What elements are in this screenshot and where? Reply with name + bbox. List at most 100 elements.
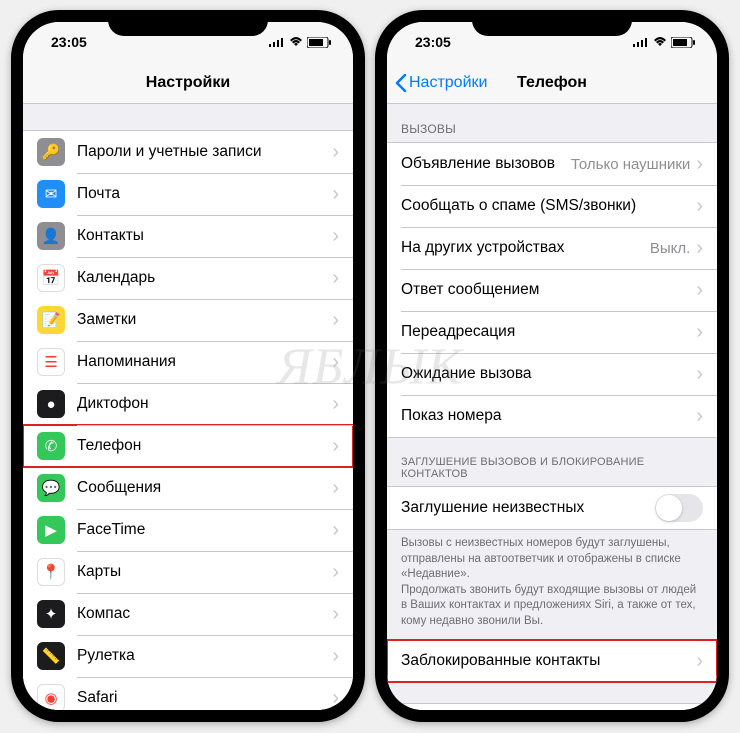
row-label: Показ номера bbox=[401, 407, 696, 425]
safari-icon: ◉ bbox=[37, 684, 65, 710]
dial-assist-section: Помощь в наборе bbox=[387, 703, 717, 710]
calls-row[interactable]: Переадресация› bbox=[387, 311, 717, 353]
chevron-right-icon: › bbox=[332, 352, 339, 372]
dial-assist-row[interactable]: Помощь в наборе bbox=[387, 704, 717, 710]
notch bbox=[108, 10, 268, 36]
calls-row[interactable]: Объявление вызововТолько наушники › bbox=[387, 143, 717, 185]
chevron-right-icon: › bbox=[332, 310, 339, 330]
row-label: Карты bbox=[77, 563, 332, 581]
chevron-right-icon: › bbox=[332, 520, 339, 540]
chevron-right-icon: › bbox=[696, 406, 703, 426]
blocked-section: Заблокированные контакты › bbox=[387, 639, 717, 683]
settings-row-voice-memos[interactable]: ●Диктофон› bbox=[23, 383, 353, 425]
key-icon: 🔑 bbox=[37, 138, 65, 166]
row-label: Сообщения bbox=[77, 479, 332, 497]
calls-row[interactable]: Ожидание вызова› bbox=[387, 353, 717, 395]
blocked-contacts-row[interactable]: Заблокированные контакты › bbox=[387, 640, 717, 682]
chevron-right-icon: › bbox=[332, 268, 339, 288]
status-indicators bbox=[269, 37, 331, 48]
chevron-right-icon: › bbox=[696, 651, 703, 671]
settings-row-contacts[interactable]: 👤 Контакты› bbox=[23, 215, 353, 257]
row-label: Диктофон bbox=[77, 395, 332, 413]
settings-row-phone[interactable]: ✆Телефон› bbox=[23, 425, 353, 467]
settings-row-mail[interactable]: ✉︎Почта› bbox=[23, 173, 353, 215]
chevron-right-icon: › bbox=[696, 364, 703, 384]
phone-settings-container[interactable]: ВЫЗОВЫ Объявление вызововТолько наушники… bbox=[387, 104, 717, 710]
chevron-right-icon: › bbox=[332, 478, 339, 498]
chevron-right-icon: › bbox=[332, 394, 339, 414]
row-label: Переадресация bbox=[401, 323, 696, 341]
status-time: 23:05 bbox=[51, 34, 87, 50]
facetime-icon: ▶ bbox=[37, 516, 65, 544]
messages-icon: 💬 bbox=[37, 474, 65, 502]
back-button[interactable]: Настройки bbox=[395, 74, 487, 92]
maps-icon: 📍 bbox=[37, 558, 65, 586]
settings-row-notes[interactable]: 📝Заметки› bbox=[23, 299, 353, 341]
page-title: Телефон bbox=[517, 74, 587, 92]
chevron-left-icon bbox=[395, 74, 407, 92]
calendar-icon: 📅 bbox=[37, 264, 65, 292]
row-label: Заблокированные контакты bbox=[401, 652, 696, 670]
chevron-right-icon: › bbox=[332, 688, 339, 708]
measure-icon: 📏 bbox=[37, 642, 65, 670]
wifi-icon bbox=[653, 37, 667, 47]
navbar: Настройки Телефон bbox=[387, 62, 717, 104]
battery-icon bbox=[671, 37, 695, 48]
silence-unknown-row[interactable]: Заглушение неизвестных bbox=[387, 487, 717, 529]
navbar: Настройки bbox=[23, 62, 353, 104]
silence-footer: Вызовы с неизвестных номеров будут заглу… bbox=[387, 530, 717, 639]
phone-icon: ✆ bbox=[37, 432, 65, 460]
chevron-right-icon: › bbox=[696, 238, 703, 258]
row-label: Контакты bbox=[77, 227, 332, 245]
settings-list: 🔑Пароли и учетные записи›✉︎Почта›👤Контак… bbox=[23, 130, 353, 710]
contacts-icon: 👤 bbox=[37, 222, 65, 250]
settings-row-facetime[interactable]: ▶ FaceTime› bbox=[23, 509, 353, 551]
notch bbox=[472, 10, 632, 36]
settings-row-reminders[interactable]: ☰ Напоминания› bbox=[23, 341, 353, 383]
section-header-calls: ВЫЗОВЫ bbox=[387, 104, 717, 142]
row-label: Объявление вызовов bbox=[401, 155, 571, 173]
chevron-right-icon: › bbox=[332, 562, 339, 582]
settings-row-maps[interactable]: 📍 Карты› bbox=[23, 551, 353, 593]
row-label: Ответ сообщением bbox=[401, 281, 696, 299]
row-label: Рулетка bbox=[77, 647, 332, 665]
row-label: Ожидание вызова bbox=[401, 365, 696, 383]
row-label: Компас bbox=[77, 605, 332, 623]
row-label: FaceTime bbox=[77, 521, 332, 539]
chevron-right-icon: › bbox=[696, 154, 703, 174]
status-indicators bbox=[633, 37, 695, 48]
settings-row-compass[interactable]: ✦Компас› bbox=[23, 593, 353, 635]
settings-row-calendar[interactable]: 📅Календарь› bbox=[23, 257, 353, 299]
reminders-icon: ☰ bbox=[37, 348, 65, 376]
settings-row-measure[interactable]: 📏Рулетка› bbox=[23, 635, 353, 677]
section-header-silence: ЗАГЛУШЕНИЕ ВЫЗОВОВ И БЛОКИРОВАНИЕ КОНТАК… bbox=[387, 438, 717, 486]
calls-row[interactable]: Показ номера› bbox=[387, 395, 717, 437]
calls-section: Объявление вызововТолько наушники›Сообща… bbox=[387, 142, 717, 438]
settings-list-container[interactable]: 🔑Пароли и учетные записи›✉︎Почта›👤Контак… bbox=[23, 104, 353, 710]
compass-icon: ✦ bbox=[37, 600, 65, 628]
screen-right: 23:05 Настройки Телефон ВЫЗОВЫ Объявлени… bbox=[387, 22, 717, 710]
chevron-right-icon: › bbox=[696, 196, 703, 216]
row-label: Заглушение неизвестных bbox=[401, 499, 655, 517]
calls-row[interactable]: Сообщать о спаме (SMS/звонки)› bbox=[387, 185, 717, 227]
row-label: Телефон bbox=[77, 437, 332, 455]
silence-unknown-toggle[interactable] bbox=[655, 494, 703, 522]
chevron-right-icon: › bbox=[332, 226, 339, 246]
notes-icon: 📝 bbox=[37, 306, 65, 334]
chevron-right-icon: › bbox=[696, 322, 703, 342]
row-value: Только наушники bbox=[571, 156, 690, 173]
calls-row[interactable]: Ответ сообщением› bbox=[387, 269, 717, 311]
phone-frame-left: 23:05 Настройки 🔑 Пароли и учетные записи… bbox=[11, 10, 365, 722]
chevron-right-icon: › bbox=[332, 184, 339, 204]
mail-icon: ✉︎ bbox=[37, 180, 65, 208]
settings-row-safari[interactable]: ◉Safari› bbox=[23, 677, 353, 710]
row-label: Напоминания bbox=[77, 353, 332, 371]
row-value: Выкл. bbox=[650, 240, 690, 257]
signal-icon bbox=[269, 37, 285, 47]
row-label: На других устройствах bbox=[401, 239, 650, 257]
settings-row-messages[interactable]: 💬 Сообщения› bbox=[23, 467, 353, 509]
settings-row-key[interactable]: 🔑Пароли и учетные записи› bbox=[23, 131, 353, 173]
row-label: Пароли и учетные записи bbox=[77, 143, 332, 161]
silence-section: Заглушение неизвестных bbox=[387, 486, 717, 530]
calls-row[interactable]: На других устройствахВыкл. › bbox=[387, 227, 717, 269]
